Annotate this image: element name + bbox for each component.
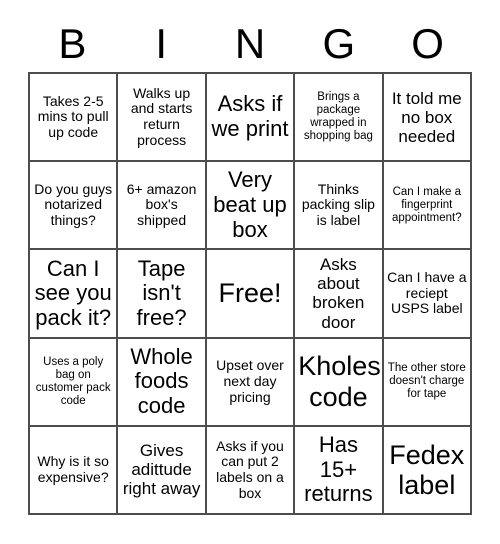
- bingo-cell-text: Very beat up box: [213, 167, 287, 242]
- bingo-cell[interactable]: Fedex label: [383, 426, 472, 515]
- bingo-cell-text: Gives adittude right away: [122, 441, 201, 499]
- bingo-cell[interactable]: Gives adittude right away: [118, 426, 207, 515]
- bingo-cell-text: Thinks packing slip is label: [301, 180, 375, 229]
- bingo-cell-text: Asks if you can put 2 labels on a box: [216, 437, 284, 501]
- bingo-cell-text: Free!: [218, 278, 282, 309]
- bingo-header: B I N G O: [28, 18, 472, 70]
- bingo-card: B I N G O Takes 2-5 mins to pull up code…: [0, 0, 500, 544]
- bingo-cell[interactable]: Tape isn't free?: [118, 250, 207, 339]
- header-letter-b: B: [58, 20, 87, 67]
- bingo-cell[interactable]: 6+ amazon box's shipped: [118, 162, 207, 251]
- bingo-cell-text: Do you guys notarized things?: [34, 180, 113, 229]
- bingo-cell[interactable]: Upset over next day pricing: [206, 338, 296, 427]
- header-letter-g: G: [322, 20, 356, 67]
- header-letter-i: I: [155, 20, 168, 67]
- bingo-cell-text: Can I see you pack it?: [34, 255, 112, 330]
- bingo-cell-text: Uses a poly bag on customer pack code: [35, 355, 111, 407]
- bingo-cell[interactable]: Thinks packing slip is label: [295, 162, 384, 251]
- bingo-cell[interactable]: Asks about broken door: [295, 250, 384, 339]
- bingo-cell-text: Upset over next day pricing: [216, 357, 284, 405]
- bingo-cell-text: Takes 2-5 mins to pull up code: [37, 92, 109, 140]
- bingo-grid: Takes 2-5 mins to pull up code Walks up …: [28, 72, 472, 515]
- bingo-cell-free-space[interactable]: Free!: [206, 250, 296, 339]
- bingo-cell-text: Whole foods code: [130, 343, 193, 418]
- bingo-cell[interactable]: Brings a package wrapped in shopping bag: [295, 74, 384, 163]
- bingo-cell[interactable]: Can I have a reciept USPS label: [383, 250, 472, 339]
- bingo-cell[interactable]: Can I make a fingerprint appointment?: [383, 162, 472, 251]
- bingo-cell[interactable]: Walks up and starts return process: [118, 74, 207, 163]
- bingo-cell-text: It told me no box needed: [391, 88, 462, 146]
- bingo-cell-text: Brings a package wrapped in shopping bag: [303, 91, 373, 142]
- bingo-cell[interactable]: Takes 2-5 mins to pull up code: [30, 74, 119, 163]
- bingo-cell-text: Can I make a fingerprint appointment?: [391, 185, 462, 224]
- bingo-cell-text: Fedex label: [389, 439, 465, 500]
- bingo-cell[interactable]: It told me no box needed: [383, 74, 472, 163]
- bingo-cell-text: Walks up and starts return process: [130, 84, 193, 148]
- bingo-cell-text: Why is it so expensive?: [37, 453, 109, 485]
- bingo-cell[interactable]: Asks if we print: [206, 74, 296, 163]
- bingo-cell[interactable]: Kholes code: [295, 338, 384, 427]
- bingo-cell-text: Asks about broken door: [312, 255, 365, 332]
- bingo-cell[interactable]: Whole foods code: [118, 338, 207, 427]
- bingo-cell-text: Kholes code: [298, 351, 381, 412]
- bingo-cell-text: The other store doesn't charge for tape: [387, 362, 466, 401]
- bingo-cell-text: Has 15+ returns: [304, 431, 373, 507]
- bingo-cell-text: Can I have a reciept USPS label: [387, 268, 467, 317]
- bingo-cell[interactable]: Do you guys notarized things?: [30, 162, 119, 251]
- bingo-cell[interactable]: Very beat up box: [206, 162, 296, 251]
- bingo-cell[interactable]: Why is it so expensive?: [30, 426, 119, 515]
- bingo-cell-text: Tape isn't free?: [136, 255, 187, 330]
- header-letter-o: O: [411, 20, 444, 67]
- bingo-cell[interactable]: Has 15+ returns: [295, 426, 384, 515]
- bingo-cell[interactable]: Can I see you pack it?: [30, 250, 119, 339]
- bingo-cell-text: 6+ amazon box's shipped: [126, 180, 197, 229]
- header-letter-n: N: [234, 20, 266, 67]
- bingo-cell[interactable]: Asks if you can put 2 labels on a box: [206, 426, 296, 515]
- bingo-cell-text: Asks if we print: [211, 91, 289, 142]
- bingo-cell[interactable]: The other store doesn't charge for tape: [383, 338, 472, 427]
- bingo-cell[interactable]: Uses a poly bag on customer pack code: [30, 338, 119, 427]
